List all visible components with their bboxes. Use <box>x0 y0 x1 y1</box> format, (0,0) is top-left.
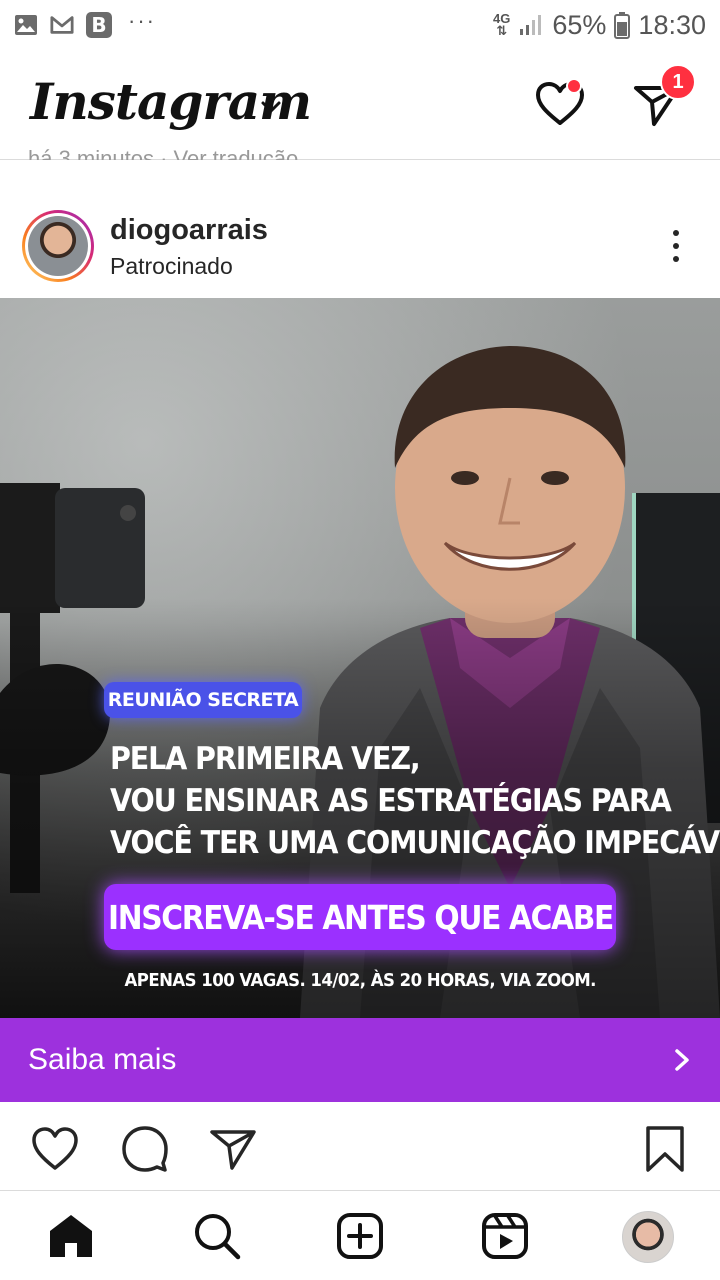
more-notifications-icon: ··· <box>128 8 156 33</box>
clock: 18:30 <box>638 9 706 40</box>
post-image[interactable]: REUNIÃO SECRETA PELA PRIMEIRA VEZ, VOU E… <box>0 298 720 1018</box>
battery-icon <box>614 12 631 39</box>
network-type: 4G ⇅ <box>493 11 511 38</box>
ad-headline: PELA PRIMEIRA VEZ, VOU ENSINAR AS ESTRAT… <box>110 741 720 861</box>
share-send-icon[interactable] <box>208 1124 258 1174</box>
like-heart-icon[interactable] <box>30 1124 80 1174</box>
home-icon[interactable] <box>46 1211 96 1261</box>
sponsored-label: Patrocinado <box>110 253 233 279</box>
gallery-icon <box>14 14 38 36</box>
search-icon[interactable] <box>192 1211 242 1261</box>
post-actions <box>0 1104 720 1190</box>
more-options-icon[interactable] <box>662 226 690 266</box>
ad-tag-pill: REUNIÃO SECRETA <box>104 682 302 718</box>
learn-more-button[interactable]: Saiba mais <box>0 1018 720 1102</box>
activity-notification-dot <box>566 78 582 94</box>
new-post-icon[interactable] <box>335 1211 385 1261</box>
status-bar: B ··· 4G ⇅ 65% 18:30 <box>0 0 720 50</box>
learn-more-label: Saiba mais <box>28 1043 177 1076</box>
previous-post-meta: há 3 minutos · Ver tradução <box>28 146 299 160</box>
messages-badge: 1 <box>660 64 696 100</box>
b-app-icon: B <box>86 12 112 38</box>
gmail-icon <box>50 14 74 36</box>
post-username[interactable]: diogoarrais <box>110 214 268 247</box>
chevron-down-icon[interactable] <box>258 98 284 116</box>
bookmark-icon[interactable] <box>640 1124 690 1174</box>
ad-subline: APENAS 100 VAGAS. 14/02, ÀS 20 HORAS, VI… <box>124 970 596 991</box>
signal-icon <box>520 15 542 35</box>
reels-icon[interactable] <box>480 1211 530 1261</box>
profile-avatar[interactable] <box>622 1211 674 1263</box>
chevron-right-icon <box>675 1049 689 1071</box>
story-ring[interactable] <box>22 210 94 282</box>
battery-percentage: 65% <box>552 9 607 40</box>
bottom-navigation <box>0 1190 720 1280</box>
ad-cta-pill: INSCREVA-SE ANTES QUE ACABE <box>104 884 616 950</box>
comment-bubble-icon[interactable] <box>120 1124 170 1174</box>
avatar[interactable] <box>28 216 88 276</box>
post-header: diogoarrais Patrocinado <box>0 198 720 296</box>
